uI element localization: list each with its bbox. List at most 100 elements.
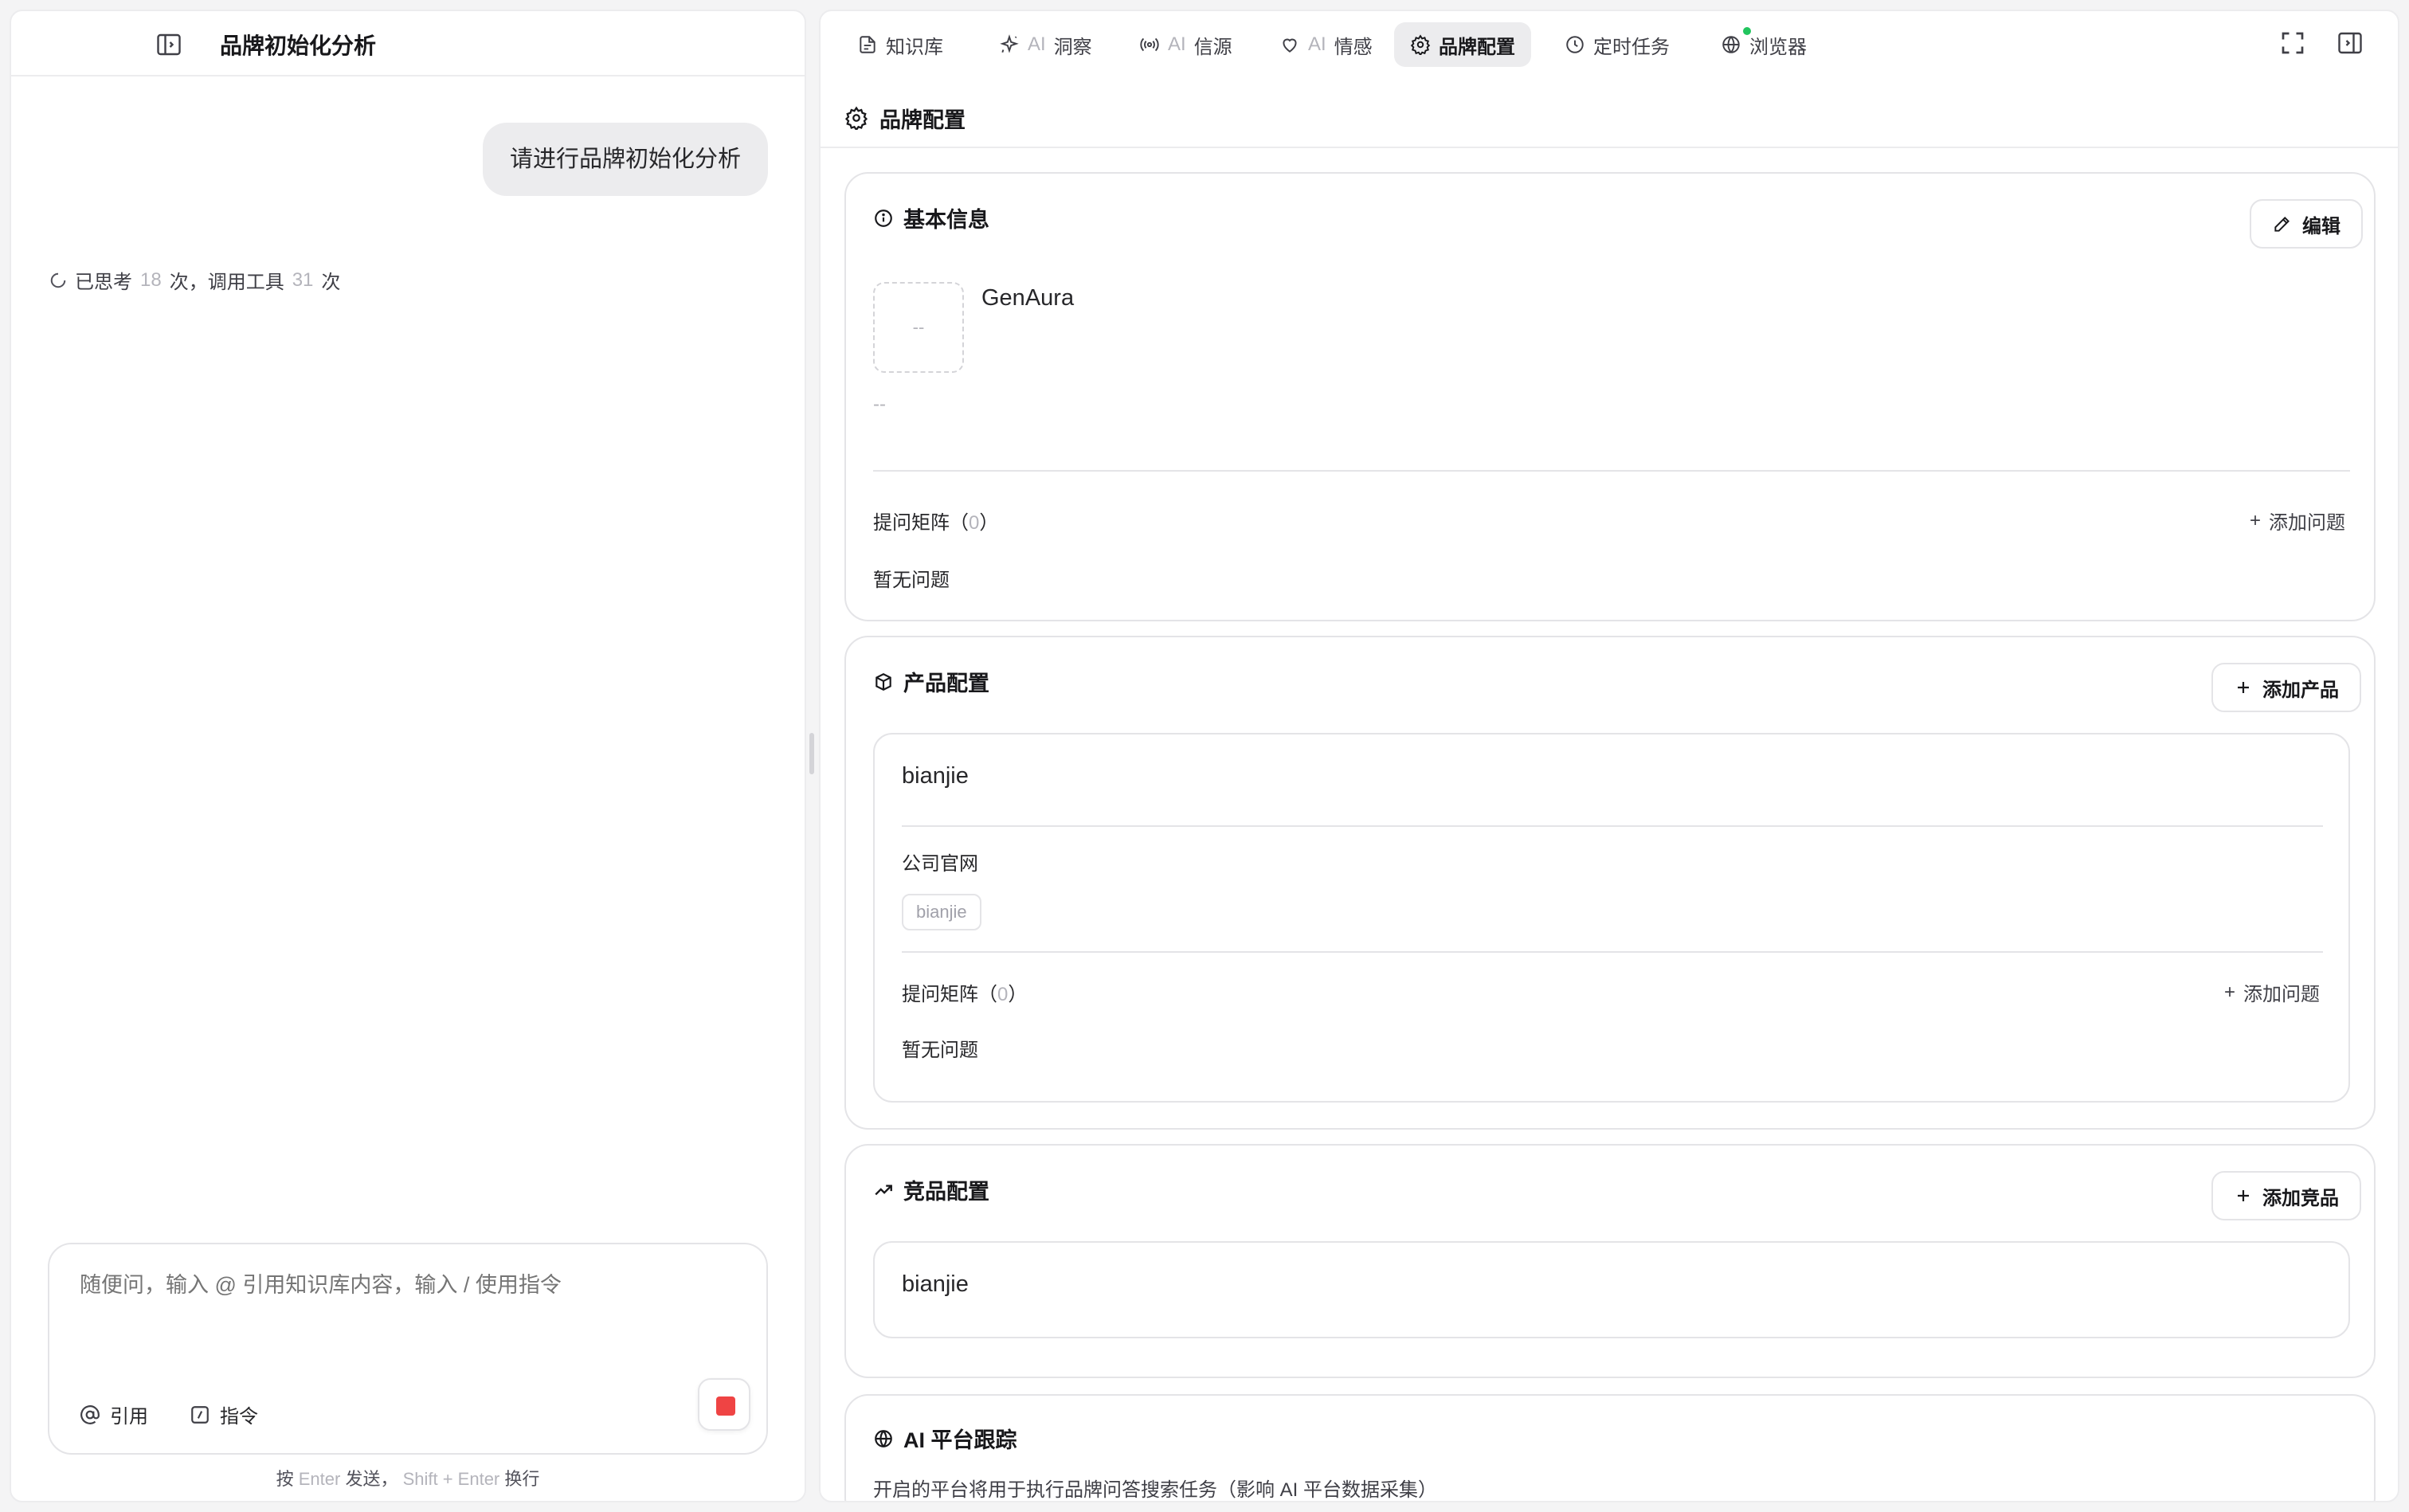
workspace-panel: 知识库 AI 洞察 AI 信源 AI 情感 品牌配置 定时任务 浏览器 品牌配置…	[819, 10, 2399, 1502]
tab-label: 知识库	[886, 36, 943, 58]
tab-ai-sentiment[interactable]: AI 情感	[1263, 22, 1389, 67]
brand-description: --	[873, 394, 886, 415]
card-title-label: 竞品配置	[903, 1180, 989, 1204]
plus-icon: +	[2250, 509, 2262, 531]
add-question-label: 添加问题	[2243, 984, 2321, 1005]
ai-platform-title: AI 平台跟踪	[873, 1423, 1017, 1454]
ai-platform-card: AI 平台跟踪 开启的平台将用于执行品牌问答搜索任务（影响 AI 平台数据采集）	[844, 1394, 2376, 1501]
tab-ai-prefix: AI	[1308, 33, 1326, 55]
add-question-label: 添加问题	[2269, 512, 2346, 534]
tab-label: 定时任务	[1593, 36, 1670, 58]
sidebar-toggle-icon[interactable]	[155, 30, 183, 59]
empty-questions: 暂无问题	[902, 1040, 978, 1061]
thought-count: 18	[140, 268, 162, 291]
add-product-button[interactable]: 添加产品	[2211, 663, 2361, 712]
sparkle-icon	[1000, 34, 1019, 53]
tab-ai-prefix: AI	[1168, 33, 1186, 55]
product-config-title: 产品配置	[873, 666, 989, 697]
competitor-config-card: 竞品配置 添加竞品 bianjie	[844, 1144, 2376, 1378]
broadcast-icon	[1140, 37, 1159, 52]
card-title-label: 产品配置	[903, 672, 989, 695]
tab-bar: 知识库 AI 洞察 AI 信源 AI 情感 品牌配置 定时任务 浏览器	[821, 11, 2398, 73]
website-label: 公司官网	[902, 853, 978, 875]
gear-icon	[844, 106, 868, 130]
info-icon	[875, 209, 892, 227]
tab-label: 浏览器	[1749, 36, 1807, 58]
tab-ai-sources[interactable]: AI 信源	[1123, 22, 1248, 67]
page-title-label: 品牌配置	[879, 108, 966, 132]
tab-scheduled-tasks[interactable]: 定时任务	[1549, 22, 1686, 67]
brand-logo-placeholder[interactable]: --	[873, 282, 964, 373]
thought-suffix: 次，调用工具	[169, 272, 284, 293]
question-matrix-label: 提问矩阵（0）	[902, 978, 1027, 1006]
tab-browser[interactable]: 浏览器	[1705, 22, 1823, 67]
plus-icon	[2238, 682, 2249, 693]
panel-resize-handle[interactable]	[809, 733, 814, 774]
matrix-label-text: 提问矩阵（	[873, 512, 969, 534]
edit-label: 编辑	[2302, 215, 2340, 237]
trending-up-icon	[875, 1184, 892, 1195]
basic-info-title: 基本信息	[873, 202, 989, 233]
add-competitor-button[interactable]: 添加竞品	[2211, 1171, 2361, 1220]
add-product-label: 添加产品	[2262, 679, 2339, 701]
command-button[interactable]: 指令	[190, 1400, 258, 1428]
file-icon	[860, 36, 875, 53]
card-title-label: 基本信息	[903, 208, 989, 232]
collapse-panel-icon[interactable]	[2336, 29, 2364, 57]
competitor-item[interactable]: bianjie	[873, 1241, 2350, 1338]
tab-ai-prefix: AI	[1028, 33, 1046, 55]
tool-count: 31	[292, 268, 314, 291]
user-message: 请进行品牌初始化分析	[482, 123, 768, 196]
chat-panel: 品牌初始化分析 请进行品牌初始化分析 已思考 18 次，调用工具 31 次 引用…	[10, 10, 806, 1502]
matrix-label-text: 提问矩阵（	[902, 984, 997, 1005]
tool-suffix: 次	[321, 272, 341, 293]
divider	[873, 470, 2350, 472]
loading-spinner-icon	[50, 272, 66, 288]
page-title: 品牌配置	[844, 94, 966, 142]
tab-label: 情感	[1334, 36, 1373, 58]
chat-input[interactable]	[80, 1273, 733, 1298]
tab-ai-insight[interactable]: AI 洞察	[983, 22, 1108, 67]
tab-label: 信源	[1193, 36, 1232, 58]
input-hint: 按 Enter 发送， Shift + Enter 换行	[11, 1465, 805, 1490]
card-title-label: AI 平台跟踪	[903, 1428, 1017, 1452]
tab-brand-config[interactable]: 品牌配置	[1394, 22, 1531, 67]
product-name: bianjie	[902, 763, 969, 789]
ai-platform-description: 开启的平台将用于执行品牌问答搜索任务（影响 AI 平台数据采集）	[873, 1479, 1438, 1501]
stop-button[interactable]	[698, 1378, 750, 1431]
box-icon	[875, 672, 891, 691]
composer: 引用 指令	[48, 1243, 768, 1455]
chat-title: 品牌初始化分析	[220, 33, 377, 58]
divider	[902, 951, 2323, 953]
matrix-label-close: ）	[1008, 984, 1028, 1005]
matrix-count: 0	[997, 984, 1009, 1005]
add-competitor-label: 添加竞品	[2262, 1187, 2339, 1209]
hint-text-newline: 换行	[504, 1469, 540, 1489]
command-label: 指令	[220, 1406, 258, 1428]
product-config-card: 产品配置 添加产品 bianjie 公司官网 bianjie 提问矩阵（0） +…	[844, 636, 2376, 1130]
heart-icon	[1283, 38, 1297, 53]
tab-label: 品牌配置	[1439, 36, 1515, 58]
tab-knowledge-base[interactable]: 知识库	[841, 22, 959, 67]
fullscreen-icon[interactable]	[2278, 29, 2307, 57]
divider	[902, 825, 2323, 827]
add-question-button[interactable]: + 添加问题	[2250, 507, 2345, 535]
hint-shift-enter: Shift + Enter	[402, 1469, 500, 1489]
globe-icon	[1722, 36, 1740, 53]
header-divider	[821, 147, 2398, 148]
cite-label: 引用	[110, 1406, 148, 1428]
pencil-icon	[2274, 217, 2290, 232]
cite-button[interactable]: 引用	[80, 1400, 148, 1428]
website-tag: bianjie	[902, 894, 981, 930]
empty-questions: 暂无问题	[873, 570, 950, 591]
clock-icon	[1566, 36, 1584, 53]
matrix-count: 0	[969, 512, 980, 534]
chat-header: 品牌初始化分析	[11, 11, 805, 76]
at-icon	[80, 1404, 100, 1424]
hint-enter: Enter	[298, 1469, 341, 1489]
thinking-status: 已思考 18 次，调用工具 31 次	[49, 266, 340, 294]
plus-icon: +	[2224, 981, 2236, 1003]
edit-button[interactable]: 编辑	[2250, 199, 2363, 249]
add-question-button[interactable]: + 添加问题	[2224, 978, 2320, 1006]
question-matrix-label: 提问矩阵（0）	[873, 507, 998, 535]
